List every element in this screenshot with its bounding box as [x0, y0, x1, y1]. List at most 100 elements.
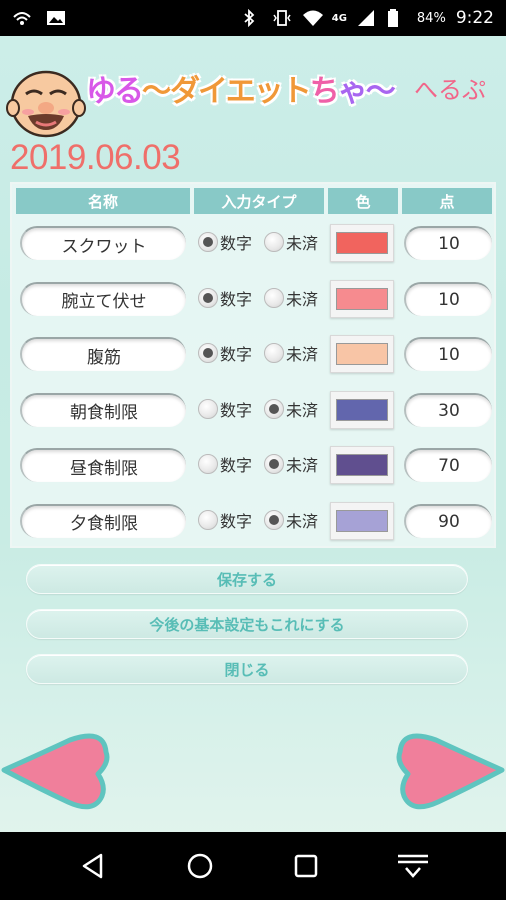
previous-day-button[interactable]	[0, 732, 110, 810]
color-picker-button[interactable]	[330, 501, 394, 540]
input-type-done-radio[interactable]: 未済	[264, 230, 318, 254]
clock: 9:22	[455, 8, 494, 28]
point-input[interactable]: 90	[404, 503, 492, 538]
radio-label: 未済	[286, 345, 319, 364]
color-swatch	[336, 509, 388, 532]
back-button[interactable]	[75, 848, 111, 884]
item-name-field[interactable]: 夕食制限	[20, 503, 186, 538]
item-name-field[interactable]: 朝食制限	[20, 392, 186, 427]
radio-button-icon	[198, 343, 218, 363]
radio-label: 未済	[286, 400, 319, 420]
table-header: 名称 入力タイプ 色 点	[16, 188, 492, 214]
item-name-field[interactable]: 昼食制限	[20, 448, 186, 482]
selected-date: 2019.06.03	[10, 138, 181, 177]
radio-button-icon	[264, 509, 284, 530]
battery-icon	[387, 9, 407, 27]
input-type-done-radio[interactable]: 未済	[264, 508, 318, 532]
radio-button-icon	[264, 398, 284, 419]
vibrate-icon	[272, 9, 292, 27]
color-picker-button[interactable]	[330, 390, 394, 429]
color-picker-button[interactable]	[330, 446, 394, 484]
home-circle-icon	[187, 853, 212, 879]
keyboard-hide-button[interactable]	[395, 848, 431, 884]
radio-button-icon	[198, 287, 218, 308]
recents-square-icon	[295, 854, 318, 878]
table-row: 腹筋 数字 未済 10	[12, 331, 498, 379]
settings-table: 名称 入力タイプ 色 点 スクワット 数字 未済 10 腕立て伏せ 数字 未済 10 腹筋 数字未…	[10, 182, 496, 548]
color-swatch	[336, 454, 388, 476]
point-input[interactable]: 10	[404, 281, 492, 316]
color-swatch	[336, 343, 388, 365]
table-row: 夕食制限 数字 未済 90	[12, 498, 498, 546]
keyboard-hide-icon	[397, 854, 428, 878]
radio-button-icon	[198, 398, 218, 419]
item-name-field[interactable]: 腹筋	[20, 337, 186, 371]
color-swatch	[336, 287, 388, 310]
input-type-number-radio[interactable]: 数字	[198, 508, 252, 532]
radio-button-icon	[198, 232, 218, 252]
recents-button[interactable]	[288, 848, 324, 884]
radio-button-icon	[198, 509, 218, 530]
home-button[interactable]	[182, 848, 218, 884]
system-nav-bar	[0, 832, 506, 900]
input-type-done-radio[interactable]: 未済	[264, 286, 318, 310]
network-type: 4G	[331, 12, 347, 24]
radio-label: 未済	[286, 511, 319, 531]
signal-icon	[357, 9, 377, 27]
input-type-number-radio[interactable]: 数字	[198, 341, 252, 365]
battery-level: 84%	[416, 10, 446, 26]
radio-label: 数字	[220, 234, 253, 253]
save-button[interactable]: 保存する	[26, 564, 468, 594]
radio-label: 数字	[220, 456, 253, 475]
wifi-icon	[302, 9, 323, 27]
item-name-field[interactable]: 腕立て伏せ	[20, 281, 186, 316]
radio-label: 数字	[220, 511, 253, 531]
help-link[interactable]: へるぷ	[414, 70, 486, 105]
input-type-number-radio[interactable]: 数字	[198, 397, 252, 421]
radio-label: 未済	[286, 289, 319, 309]
table-row: 昼食制限 数字 未済 70	[12, 442, 498, 490]
column-header-point: 点	[402, 188, 492, 214]
app-header: ゆる〜ダイエットちゃ〜 へるぷ	[0, 36, 506, 138]
radio-label: 未済	[286, 456, 319, 475]
status-bar: 4G 84% 9:22	[0, 0, 506, 36]
point-input[interactable]: 10	[404, 337, 492, 371]
point-input[interactable]: 70	[404, 448, 492, 482]
radio-button-icon	[264, 287, 284, 308]
radio-button-icon	[264, 232, 284, 252]
bluetooth-icon	[242, 8, 262, 28]
radio-button-icon	[264, 454, 284, 474]
column-header-color: 色	[328, 188, 398, 214]
radio-label: 数字	[220, 345, 253, 364]
input-type-number-radio[interactable]: 数字	[198, 286, 252, 310]
set-default-button[interactable]: 今後の基本設定もこれにする	[26, 609, 468, 639]
input-type-number-radio[interactable]: 数字	[198, 452, 252, 476]
heart-right-arrow-icon	[396, 733, 505, 810]
input-type-number-radio[interactable]: 数字	[198, 230, 252, 254]
wifi-calling-icon	[12, 9, 32, 27]
radio-button-icon	[264, 343, 284, 363]
input-type-done-radio[interactable]: 未済	[264, 397, 318, 421]
point-input[interactable]: 10	[404, 226, 492, 260]
point-input[interactable]: 30	[404, 392, 492, 427]
next-day-button[interactable]	[396, 732, 506, 810]
close-button[interactable]: 閉じる	[26, 654, 468, 684]
radio-label: 未済	[286, 234, 319, 253]
radio-label: 数字	[220, 289, 253, 309]
color-swatch	[336, 398, 388, 421]
table-row: 朝食制限 数字 未済 30	[12, 387, 498, 435]
image-icon	[46, 9, 66, 27]
mascot-logo	[6, 64, 86, 144]
table-row: スクワット 数字 未済 10	[12, 220, 498, 268]
column-header-name: 名称	[16, 188, 190, 214]
item-name-field[interactable]: スクワット	[20, 226, 186, 260]
input-type-done-radio[interactable]: 未済	[264, 341, 318, 365]
color-picker-button[interactable]	[330, 224, 394, 262]
app-logo: ゆる〜ダイエットちゃ〜	[86, 74, 396, 109]
table-row: 腕立て伏せ 数字 未済 10	[12, 276, 498, 324]
input-type-done-radio[interactable]: 未済	[264, 452, 318, 476]
column-header-input-type: 入力タイプ	[194, 188, 324, 214]
color-picker-button[interactable]	[330, 335, 394, 373]
color-swatch	[336, 232, 388, 254]
color-picker-button[interactable]	[330, 279, 394, 318]
